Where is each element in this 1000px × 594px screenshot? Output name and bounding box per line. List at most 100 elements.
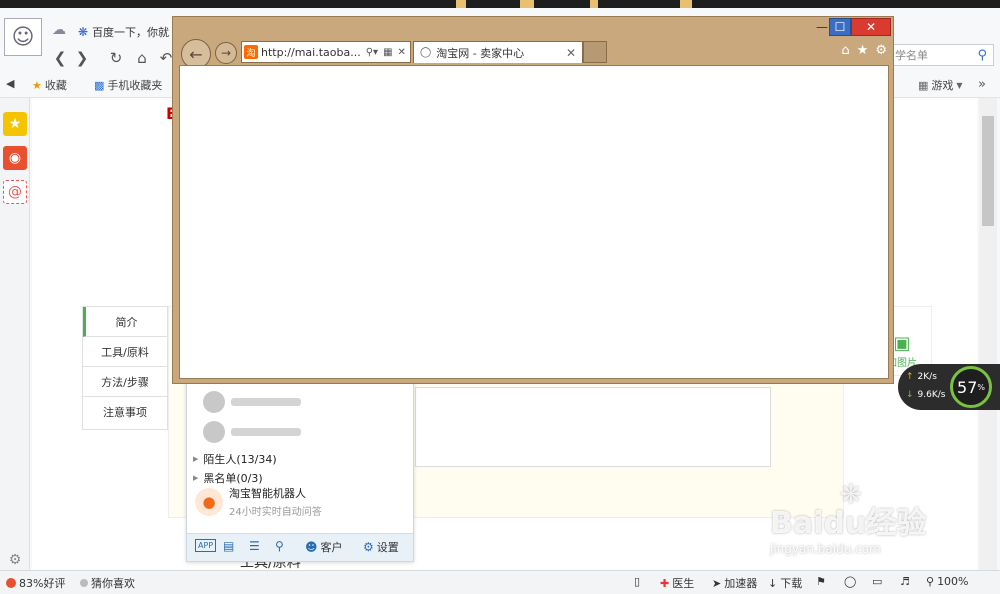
upload-speed: ↑ 2K/s xyxy=(906,372,937,382)
blurred-name xyxy=(231,428,301,436)
home-icon[interactable]: ⌂ xyxy=(132,48,152,68)
doctor-label: 医生 xyxy=(672,577,695,590)
settings-label: 设置 xyxy=(376,541,399,554)
customer-button[interactable]: ☻ 客户 xyxy=(305,539,343,555)
rating-label: 83%好评 xyxy=(19,577,66,590)
ie-popup-window: — ☐ ✕ ← → 淘 http://mai.taoba... ⚲▾ ▦ ✕ ◯… xyxy=(172,16,894,384)
doctor-icon: ✚ xyxy=(660,576,670,590)
more-icon[interactable]: » xyxy=(978,77,986,92)
gamepad-icon: ▦ xyxy=(918,78,929,92)
blurred-name xyxy=(231,398,301,406)
ie-favorites-star-icon[interactable]: ★ xyxy=(857,43,869,58)
fav-item-collect[interactable]: ★ 收藏 xyxy=(32,77,67,93)
group-blacklist[interactable]: ▶ 黑名单(0/3) xyxy=(193,470,263,486)
scroll-thumb[interactable] xyxy=(982,116,994,226)
cloud-icon[interactable]: ☁ xyxy=(52,22,66,38)
volume-icon[interactable]: ♬ xyxy=(900,575,910,588)
guess-label: 猜你喜欢 xyxy=(91,577,135,590)
star-icon: ★ xyxy=(32,78,42,92)
zoom-value: 100% xyxy=(937,575,969,588)
shop-icon[interactable]: ▤ xyxy=(223,539,234,553)
step-notes[interactable]: 注意事项 xyxy=(83,397,167,427)
fav-item-games[interactable]: ▦ 游戏 ▼ xyxy=(918,77,963,93)
app-button[interactable]: APP xyxy=(195,539,217,552)
chat-toolbar: APP ▤ ☰ ⚲ ☻ 客户 ⚙ 设置 xyxy=(187,533,413,561)
magnifier-icon: ⚲ xyxy=(926,575,935,588)
back-icon[interactable]: ❮ xyxy=(50,48,70,68)
settings-gear-icon[interactable]: ⚙ xyxy=(3,548,27,572)
percent-unit: % xyxy=(977,382,985,392)
sidebar-toggle-icon[interactable]: ◀ xyxy=(6,77,14,90)
robot-contact[interactable]: ● 淘宝智能机器人 24小时实时自动问答 xyxy=(195,485,322,518)
robot-icon: ● xyxy=(195,487,223,516)
rating-item[interactable]: 83%好评 xyxy=(6,575,65,591)
weibo-icon[interactable]: ◉ xyxy=(3,146,27,170)
status-bar: 83%好评 猜你喜欢 ▯ ✚ 医生 ➤ 加速器 ↓ 下载 ⚑ ◯ ▭ ♬ ⚲ 1… xyxy=(0,570,1000,594)
image-plus-icon: ▣ xyxy=(893,333,911,354)
upload-speed-value: 2K/s xyxy=(917,372,937,382)
phone-icon[interactable]: ▯ xyxy=(634,575,640,588)
screen-icon[interactable]: ▭ xyxy=(872,575,882,588)
ie-page-content[interactable] xyxy=(179,65,889,379)
gear-icon: ⚙ xyxy=(363,540,374,554)
expand-triangle-icon: ▶ xyxy=(193,455,199,463)
step-intro[interactable]: 简介 xyxy=(83,307,167,337)
step-tools[interactable]: 工具/原料 xyxy=(83,337,167,367)
editor-text-box[interactable] xyxy=(415,387,771,467)
outer-search-input[interactable]: 学名单 ⚲ xyxy=(890,44,994,66)
download-arrow-icon: ↓ xyxy=(768,576,778,590)
tab-close-icon[interactable]: ✕ xyxy=(566,46,576,60)
maximize-button[interactable]: ☐ xyxy=(829,18,851,36)
download-speed: ↓ 9.6K/s xyxy=(906,390,945,400)
ie-forward-icon[interactable]: → xyxy=(215,42,237,64)
zoom-item[interactable]: ⚲ 100% xyxy=(926,575,969,588)
outer-tab[interactable]: ❋ 百度一下，你就 xyxy=(78,20,178,44)
list-icon[interactable]: ☰ xyxy=(249,539,260,553)
ie-tab[interactable]: ◯ 淘宝网 - 卖家中心 ✕ xyxy=(413,41,583,63)
favorites-star-icon[interactable]: ★ xyxy=(3,112,27,136)
outer-sidebar: ★ ◉ @ ⚙ xyxy=(0,98,30,578)
speed-widget[interactable]: ↑ 2K/s ↓ 9.6K/s 57% xyxy=(898,364,1000,410)
ie-mode-icon[interactable]: ◯ xyxy=(844,575,856,588)
group-strangers[interactable]: ▶ 陌生人(13/34) xyxy=(193,451,277,467)
ie-home-icon[interactable]: ⌂ xyxy=(841,43,849,58)
baidu-paw-icon: ❋ xyxy=(78,25,89,39)
memory-percent[interactable]: 57% xyxy=(950,366,992,408)
search-dropdown-icon[interactable]: ⚲▾ xyxy=(366,47,378,58)
search-contact-icon[interactable]: ⚲ xyxy=(275,539,284,553)
contact-row[interactable] xyxy=(203,391,301,413)
group-label: 陌生人(13/34) xyxy=(203,453,277,466)
folder-icon: ▩ xyxy=(94,78,105,92)
taskbar-strip xyxy=(0,0,1000,8)
compat-icon[interactable]: ▦ xyxy=(383,47,392,58)
guess-icon xyxy=(80,579,88,587)
ie-tab-title: 淘宝网 - 卖家中心 xyxy=(436,46,525,60)
contact-row[interactable] xyxy=(203,421,301,443)
settings-button[interactable]: ⚙ 设置 xyxy=(363,539,399,555)
fav-label: 手机收藏夹 xyxy=(107,79,163,92)
fav-item-mobile[interactable]: ▩ 手机收藏夹 xyxy=(94,77,162,93)
app-icon: APP xyxy=(195,539,217,552)
download-item[interactable]: ↓ 下载 xyxy=(768,575,802,591)
step-methods[interactable]: 方法/步骤 xyxy=(83,367,167,397)
search-icon[interactable]: ⚲ xyxy=(977,48,987,63)
new-tab-button[interactable] xyxy=(583,41,607,63)
doctor-item[interactable]: ✚ 医生 xyxy=(660,575,694,591)
email-icon[interactable]: @ xyxy=(3,180,27,204)
taobao-favicon-icon: 淘 xyxy=(244,45,258,59)
stop-icon[interactable]: ✕ xyxy=(398,47,406,58)
accelerator-item[interactable]: ➤ 加速器 xyxy=(712,575,757,591)
ie-address-bar[interactable]: 淘 http://mai.taoba... ⚲▾ ▦ ✕ xyxy=(241,41,411,63)
refresh-icon[interactable]: ↻ xyxy=(106,48,126,68)
flag-icon[interactable]: ⚑ xyxy=(816,575,826,588)
guess-item[interactable]: 猜你喜欢 xyxy=(80,575,135,591)
outer-scrollbar[interactable] xyxy=(979,98,997,570)
ie-gear-icon[interactable]: ⚙ xyxy=(875,43,887,58)
rocket-icon: ➤ xyxy=(712,576,722,590)
chat-panel: ▶ 陌生人(13/34) ▶ 黑名单(0/3) ● 淘宝智能机器人 24小时实时… xyxy=(186,378,414,562)
fav-label: 游戏 xyxy=(931,79,954,92)
close-button[interactable]: ✕ xyxy=(851,18,891,36)
group-label: 黑名单(0/3) xyxy=(203,472,263,485)
user-avatar-icon[interactable]: ☺ xyxy=(4,18,42,56)
forward-icon[interactable]: ❯ xyxy=(72,48,92,68)
